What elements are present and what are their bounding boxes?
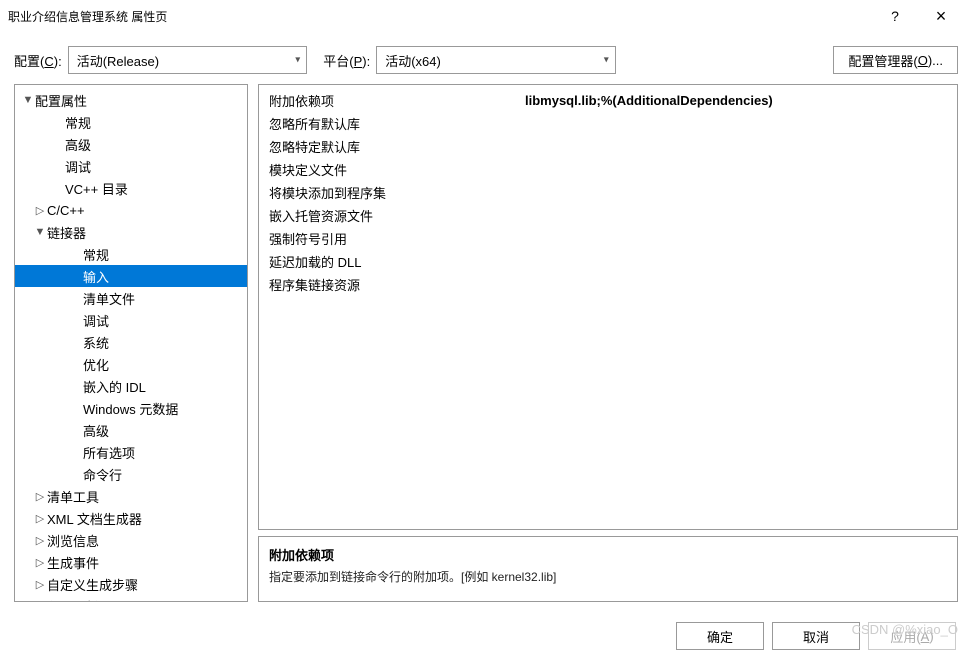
tree-item-label: 所有选项 — [83, 443, 135, 462]
main-area: ▼配置属性常规高级调试VC++ 目录▷C/C++▼链接器常规输入清单文件调试系统… — [0, 84, 972, 602]
tree-item[interactable]: ▷自定义生成步骤 — [15, 573, 247, 595]
expand-right-icon[interactable]: ▷ — [33, 578, 47, 591]
tree-item-label: 高级 — [65, 135, 91, 154]
tree-item[interactable]: 调试 — [15, 309, 247, 331]
expand-right-icon[interactable]: ▷ — [33, 490, 47, 503]
tree-item-label: 高级 — [83, 421, 109, 440]
grid-row[interactable]: 嵌入托管资源文件 — [259, 204, 957, 227]
grid-row[interactable]: 强制符号引用 — [259, 227, 957, 250]
config-combo[interactable]: 活动(Release) ▾ — [68, 46, 308, 74]
tree-item-label: 配置属性 — [35, 91, 87, 110]
tree-item[interactable]: 所有选项 — [15, 441, 247, 463]
platform-combo[interactable]: 活动(x64) ▾ — [376, 46, 616, 74]
config-label: 配置(C): — [14, 51, 62, 70]
grid-key: 忽略所有默认库 — [269, 114, 525, 133]
config-manager-button[interactable]: 配置管理器(O)... — [833, 46, 958, 74]
tree-item-label: 调试 — [65, 157, 91, 176]
tree-item-label: 清单工具 — [47, 487, 99, 506]
expand-down-icon[interactable]: ▼ — [21, 94, 35, 106]
tree-item-label: C/C++ — [47, 203, 85, 218]
tree-item[interactable]: 调试 — [15, 155, 247, 177]
platform-value: 活动(x64) — [385, 51, 441, 70]
expand-right-icon[interactable]: ▷ — [33, 204, 47, 217]
grid-key: 延迟加载的 DLL — [269, 252, 525, 271]
tree-item-label: 命令行 — [83, 465, 122, 484]
grid-row[interactable]: 附加依赖项libmysql.lib;%(AdditionalDependenci… — [259, 89, 957, 112]
tree-item[interactable]: 清单文件 — [15, 287, 247, 309]
tree-item[interactable]: ▼配置属性 — [15, 89, 247, 111]
grid-row[interactable]: 忽略所有默认库 — [259, 112, 957, 135]
grid-row[interactable]: 忽略特定默认库 — [259, 135, 957, 158]
tree-item[interactable]: 嵌入的 IDL — [15, 375, 247, 397]
tree-item[interactable]: 输入 — [15, 265, 247, 287]
grid-key: 将模块添加到程序集 — [269, 183, 525, 202]
tree-item-label: VC++ 目录 — [65, 179, 128, 198]
tree-item[interactable]: Windows 元数据 — [15, 397, 247, 419]
grid-key: 模块定义文件 — [269, 160, 525, 179]
description-box: 附加依赖项 指定要添加到链接命令行的附加项。[例如 kernel32.lib] — [258, 536, 958, 602]
apply-button: 应用(A) — [868, 622, 956, 650]
close-icon[interactable]: × — [918, 1, 964, 31]
tree-item-label: 清单文件 — [83, 289, 135, 308]
title-bar: 职业介绍信息管理系统 属性页 ? × — [0, 0, 972, 32]
grid-key: 嵌入托管资源文件 — [269, 206, 525, 225]
tree-item[interactable]: ▷生成事件 — [15, 551, 247, 573]
expand-right-icon[interactable]: ▷ — [33, 556, 47, 569]
ok-button[interactable]: 确定 — [676, 622, 764, 650]
tree-item-label: 调试 — [83, 311, 109, 330]
tree-item[interactable]: 命令行 — [15, 463, 247, 485]
config-row: 配置(C): 活动(Release) ▾ 平台(P): 活动(x64) ▾ 配置… — [0, 32, 972, 84]
grid-row[interactable]: 将模块添加到程序集 — [259, 181, 957, 204]
window-title: 职业介绍信息管理系统 属性页 — [8, 8, 872, 25]
tree-item[interactable]: 优化 — [15, 353, 247, 375]
chevron-down-icon: ▾ — [604, 55, 609, 66]
description-body: 指定要添加到链接命令行的附加项。[例如 kernel32.lib] — [269, 568, 947, 585]
grid-row[interactable]: 程序集链接资源 — [259, 273, 957, 296]
tree-item[interactable]: ▷清单工具 — [15, 485, 247, 507]
tree-item-label: 常规 — [65, 113, 91, 132]
tree-item-label: 链接器 — [47, 223, 86, 242]
tree-item-label: 自定义生成步骤 — [47, 575, 138, 594]
description-title: 附加依赖项 — [269, 545, 947, 564]
grid-key: 忽略特定默认库 — [269, 137, 525, 156]
tree-item-label: XML 文档生成器 — [47, 509, 142, 528]
help-icon[interactable]: ? — [872, 1, 918, 31]
tree-item-label: Windows 元数据 — [83, 399, 178, 418]
config-value: 活动(Release) — [77, 51, 159, 70]
tree-item[interactable]: ▷代码分析 — [15, 595, 247, 602]
tree-item[interactable]: 常规 — [15, 243, 247, 265]
grid-value[interactable]: libmysql.lib;%(AdditionalDependencies) — [525, 93, 947, 108]
tree-item-label: 输入 — [83, 267, 109, 286]
grid-key: 附加依赖项 — [269, 91, 525, 110]
cancel-button[interactable]: 取消 — [772, 622, 860, 650]
platform-label: 平台(P): — [323, 51, 370, 70]
tree-item[interactable]: 高级 — [15, 419, 247, 441]
tree-item-label: 系统 — [83, 333, 109, 352]
tree-item[interactable]: ▷C/C++ — [15, 199, 247, 221]
tree-item-label: 优化 — [83, 355, 109, 374]
tree-item-label: 浏览信息 — [47, 531, 99, 550]
tree-item[interactable]: ▷浏览信息 — [15, 529, 247, 551]
expand-right-icon[interactable]: ▷ — [33, 512, 47, 525]
tree-item-label: 常规 — [83, 245, 109, 264]
tree-item-label: 嵌入的 IDL — [83, 377, 146, 396]
footer: 确定 取消 应用(A) — [0, 602, 972, 650]
grid-row[interactable]: 模块定义文件 — [259, 158, 957, 181]
expand-down-icon[interactable]: ▼ — [33, 226, 47, 238]
tree-pane[interactable]: ▼配置属性常规高级调试VC++ 目录▷C/C++▼链接器常规输入清单文件调试系统… — [14, 84, 248, 602]
grid-row[interactable]: 延迟加载的 DLL — [259, 250, 957, 273]
property-grid[interactable]: 附加依赖项libmysql.lib;%(AdditionalDependenci… — [258, 84, 958, 530]
expand-right-icon[interactable]: ▷ — [33, 534, 47, 547]
tree-item[interactable]: 常规 — [15, 111, 247, 133]
tree-item[interactable]: ▼链接器 — [15, 221, 247, 243]
tree-item[interactable]: 系统 — [15, 331, 247, 353]
tree-item[interactable]: ▷XML 文档生成器 — [15, 507, 247, 529]
grid-key: 强制符号引用 — [269, 229, 525, 248]
tree-item[interactable]: VC++ 目录 — [15, 177, 247, 199]
right-pane: 附加依赖项libmysql.lib;%(AdditionalDependenci… — [258, 84, 958, 602]
tree-item-label: 生成事件 — [47, 553, 99, 572]
grid-key: 程序集链接资源 — [269, 275, 525, 294]
tree-item[interactable]: 高级 — [15, 133, 247, 155]
chevron-down-icon: ▾ — [295, 55, 300, 66]
